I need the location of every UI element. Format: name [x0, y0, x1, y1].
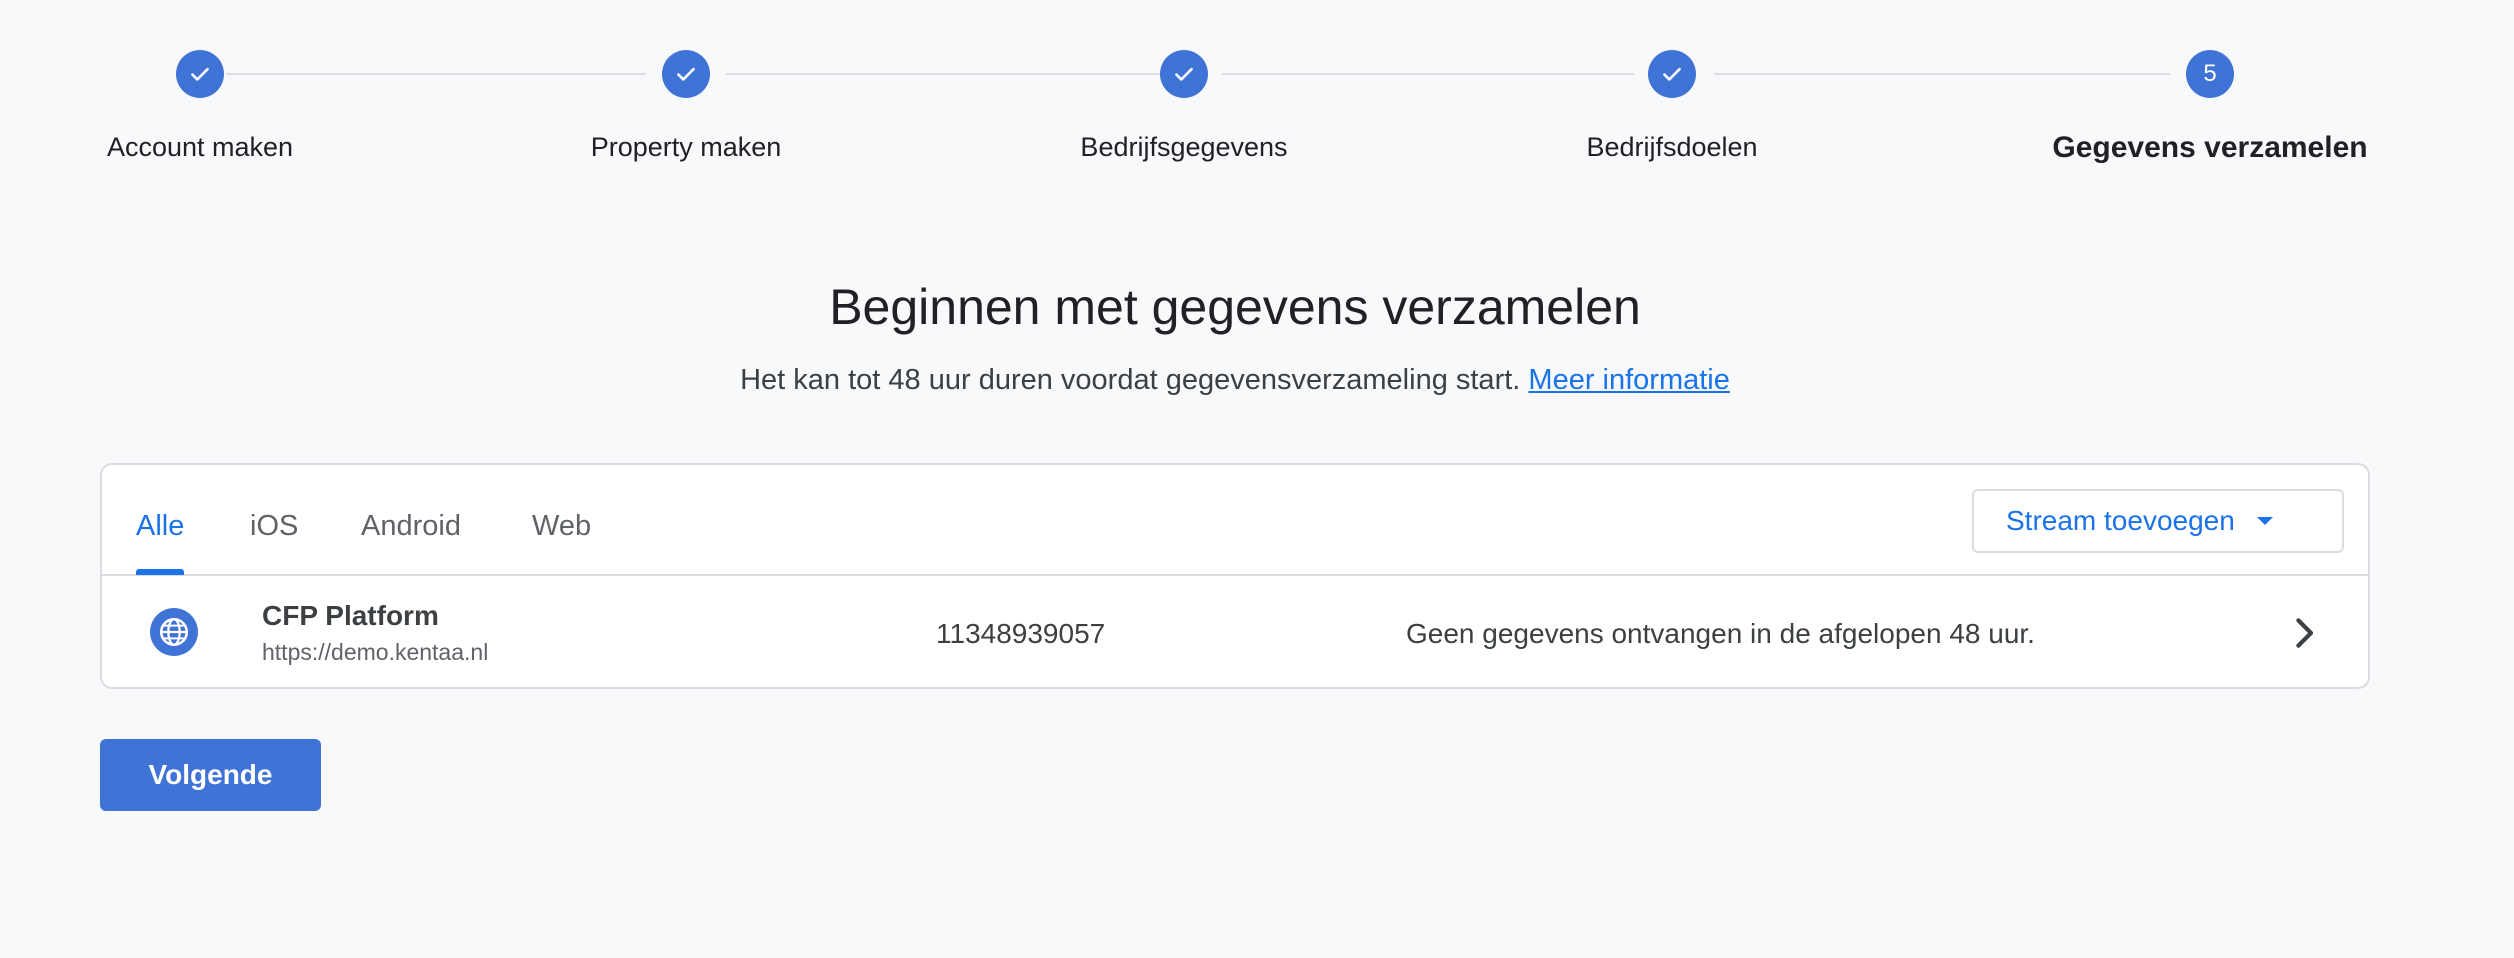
stream-status: Geen gegevens ontvangen in de afgelopen …	[1406, 618, 2035, 649]
step-connector	[726, 73, 1160, 75]
step-label-business-goals: Bedrijfsdoelen	[1586, 132, 1758, 162]
globe-icon	[150, 608, 198, 656]
dropdown-arrow-icon	[2256, 517, 2273, 525]
stream-name: CFP Platform	[262, 600, 439, 631]
step-label-collect-data: Gegevens verzamelen	[2052, 131, 2368, 164]
setup-stepper: 5 Account maken Property maken Bedrijfsg…	[0, 0, 2514, 200]
step-2-check-icon	[662, 50, 710, 98]
stream-url: https://demo.kentaa.nl	[262, 639, 489, 665]
learn-more-link[interactable]: Meer informatie	[1528, 364, 1729, 396]
tab-web[interactable]: Web	[532, 510, 591, 543]
tab-ios[interactable]: iOS	[250, 510, 298, 543]
step-label-account: Account maken	[106, 132, 294, 162]
step-connector	[1714, 73, 2170, 75]
step-1-check-icon	[176, 50, 224, 98]
step-label-property: Property maken	[590, 132, 782, 162]
add-stream-button[interactable]: Stream toevoegen	[1972, 489, 2344, 553]
tab-all[interactable]: Alle	[136, 510, 184, 543]
step-connector	[1222, 73, 1634, 75]
next-button[interactable]: Volgende	[100, 739, 321, 811]
subtitle-text: Het kan tot 48 uur duren voordat gegeven…	[740, 364, 1521, 396]
page-title: Beginnen met gegevens verzamelen	[829, 279, 1641, 335]
step-4-check-icon	[1648, 50, 1696, 98]
stream-tabs: Alle iOS Android Web Stream toevoegen	[102, 465, 2368, 576]
stream-row[interactable]: CFP Platform https://demo.kentaa.nl 1134…	[102, 576, 2368, 687]
tab-android[interactable]: Android	[361, 510, 461, 543]
chevron-right-icon[interactable]	[2290, 616, 2318, 650]
step-3-check-icon	[1160, 50, 1208, 98]
stream-id: 11348939057	[936, 618, 1106, 649]
step-connector	[226, 73, 646, 75]
data-streams-card: Alle iOS Android Web Stream toevoegen CF…	[100, 463, 2370, 689]
add-stream-label: Stream toevoegen	[2006, 505, 2235, 536]
page-subtitle: Het kan tot 48 uur duren voordat gegeven…	[0, 364, 2470, 397]
step-label-business-details: Bedrijfsgegevens	[1080, 132, 1288, 162]
active-tab-indicator	[136, 569, 184, 575]
step-5-number: 5	[2186, 50, 2234, 98]
